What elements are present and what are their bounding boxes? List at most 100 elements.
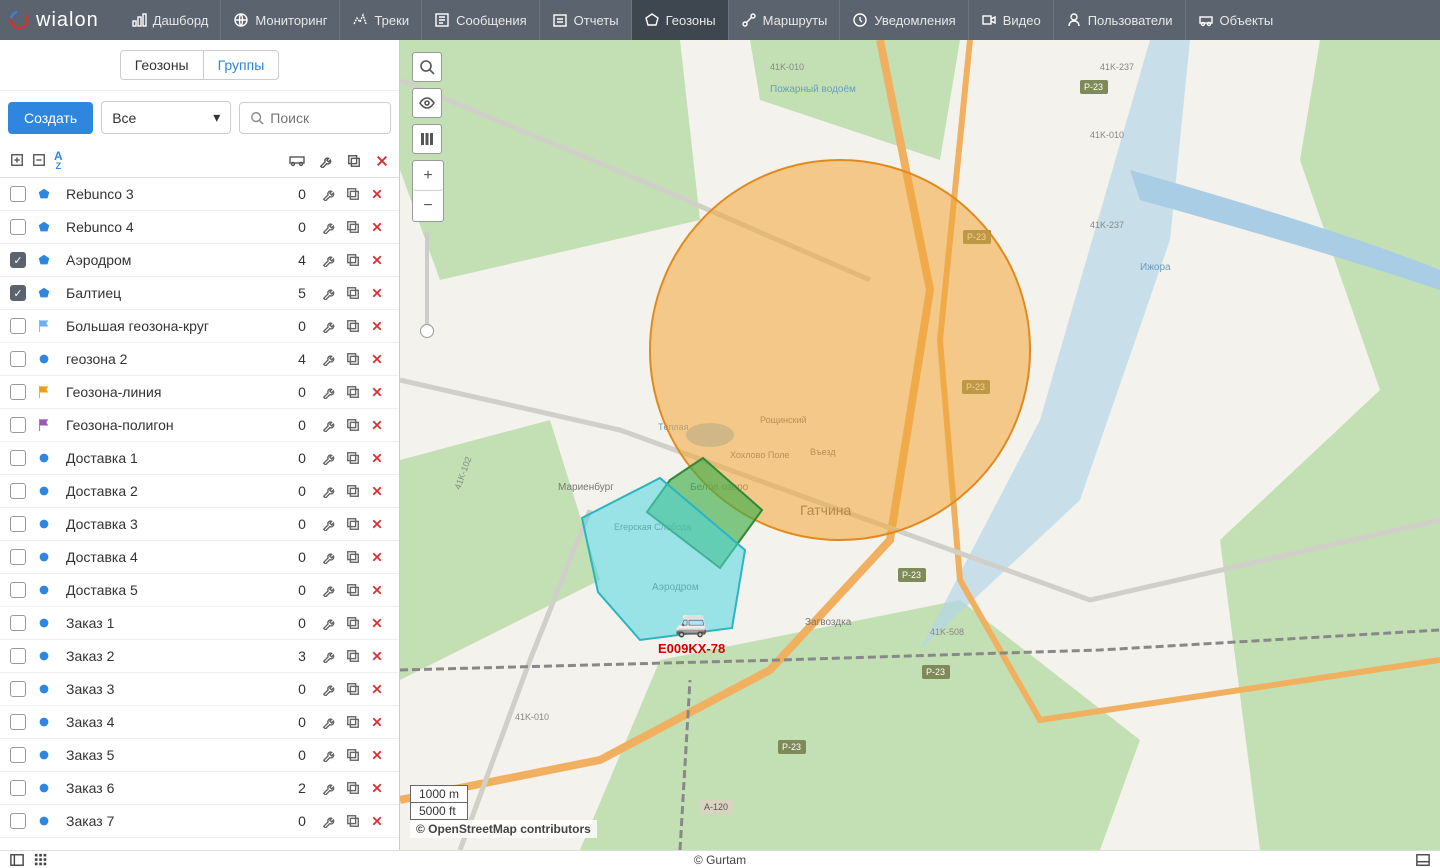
nav-reports[interactable]: Отчеты [539,0,631,40]
nav-monitoring[interactable]: Мониторинг [220,0,339,40]
wrench-icon[interactable] [317,616,341,630]
wrench-icon[interactable] [317,451,341,465]
delete-icon[interactable] [365,353,389,365]
geofence-row[interactable]: Доставка 10 [0,442,399,475]
geofence-row[interactable]: Заказ 70 [0,805,399,838]
delete-icon[interactable] [365,188,389,200]
wrench-icon[interactable] [317,814,341,828]
panel-toggle-icon[interactable] [10,853,24,867]
delete-icon[interactable] [365,452,389,464]
geofence-row[interactable]: Заказ 62 [0,772,399,805]
wrench-icon[interactable] [317,385,341,399]
nav-dashboard[interactable]: Дашборд [119,0,221,40]
checkbox[interactable] [10,549,26,565]
wrench-icon[interactable] [317,748,341,762]
wrench-icon[interactable] [317,352,341,366]
checkbox[interactable] [10,681,26,697]
checkbox[interactable] [10,615,26,631]
wrench-icon[interactable] [317,682,341,696]
zoom-in-button[interactable]: + [413,161,443,191]
geofence-row[interactable]: Геозона-полигон0 [0,409,399,442]
copy-icon[interactable] [341,253,365,267]
checkbox[interactable] [10,582,26,598]
delete-icon[interactable] [365,485,389,497]
checkbox[interactable] [10,516,26,532]
delete-icon[interactable] [365,221,389,233]
geofence-row[interactable]: Rebunco 40 [0,211,399,244]
wrench-icon[interactable] [317,484,341,498]
checkbox[interactable] [10,450,26,466]
vehicle-header-icon[interactable] [289,154,305,168]
copy-icon[interactable] [341,583,365,597]
bottom-panel-icon[interactable] [1416,853,1430,867]
wrench-icon[interactable] [317,418,341,432]
geofence-row[interactable]: Заказ 30 [0,673,399,706]
copy-icon[interactable] [341,550,365,564]
geofence-row[interactable]: Rebunco 30 [0,178,399,211]
wrench-icon[interactable] [317,286,341,300]
delete-icon[interactable] [365,782,389,794]
nav-notifications[interactable]: Уведомления [839,0,967,40]
delete-icon[interactable] [365,551,389,563]
nav-tracks[interactable]: Треки [339,0,421,40]
nav-video[interactable]: Видео [968,0,1053,40]
geofence-row[interactable]: Балтиец5 [0,277,399,310]
search-box[interactable] [239,102,391,134]
wrench-icon[interactable] [317,550,341,564]
copy-icon[interactable] [341,682,365,696]
copy-header-icon[interactable] [347,154,361,168]
filter-select[interactable]: Все ▾ [101,101,231,134]
wrench-icon[interactable] [317,220,341,234]
zoom-slider[interactable] [412,228,442,338]
copy-icon[interactable] [341,286,365,300]
delete-icon[interactable] [365,386,389,398]
unit-marker[interactable]: 🚐 E009KX-78 [658,608,725,656]
create-button[interactable]: Создать [8,102,93,134]
copy-icon[interactable] [341,451,365,465]
geofence-row[interactable]: Доставка 50 [0,574,399,607]
copy-icon[interactable] [341,418,365,432]
delete-icon[interactable] [365,617,389,629]
geofence-row[interactable]: Заказ 10 [0,607,399,640]
copy-icon[interactable] [341,385,365,399]
copy-icon[interactable] [341,715,365,729]
copy-icon[interactable] [341,814,365,828]
copy-icon[interactable] [341,649,365,663]
checkbox[interactable] [10,186,26,202]
map[interactable]: P-23 P-23 P-23 P-23 P-23 P-23 A-120 41K-… [400,40,1440,850]
checkbox[interactable] [10,252,26,268]
map-layers-button[interactable] [412,124,442,154]
checkbox[interactable] [10,780,26,796]
copy-icon[interactable] [341,748,365,762]
geofence-row[interactable]: Доставка 20 [0,475,399,508]
zoom-out-button[interactable]: − [413,191,443,221]
geofence-row[interactable]: Доставка 40 [0,541,399,574]
grid-icon[interactable] [34,853,48,867]
add-icon[interactable] [10,153,24,167]
map-visibility-button[interactable] [412,88,442,118]
delete-icon[interactable] [365,419,389,431]
checkbox[interactable] [10,351,26,367]
copy-icon[interactable] [341,187,365,201]
delete-icon[interactable] [365,683,389,695]
delete-icon[interactable] [365,716,389,728]
remove-icon[interactable] [32,153,46,167]
copy-icon[interactable] [341,352,365,366]
copy-icon[interactable] [341,484,365,498]
geofence-row[interactable]: Заказ 50 [0,739,399,772]
delete-icon[interactable] [365,650,389,662]
wrench-icon[interactable] [317,715,341,729]
delete-header-icon[interactable] [375,154,389,168]
nav-users[interactable]: Пользователи [1053,0,1185,40]
wrench-icon[interactable] [317,583,341,597]
sort-az-icon[interactable]: AZ [54,151,63,170]
wrench-icon[interactable] [317,187,341,201]
geofence-row[interactable]: Большая геозона-круг0 [0,310,399,343]
delete-icon[interactable] [365,320,389,332]
checkbox[interactable] [10,648,26,664]
nav-routes[interactable]: Маршруты [728,0,840,40]
copy-icon[interactable] [341,781,365,795]
wrench-icon[interactable] [317,319,341,333]
tab-groups[interactable]: Группы [204,50,280,80]
checkbox[interactable] [10,318,26,334]
